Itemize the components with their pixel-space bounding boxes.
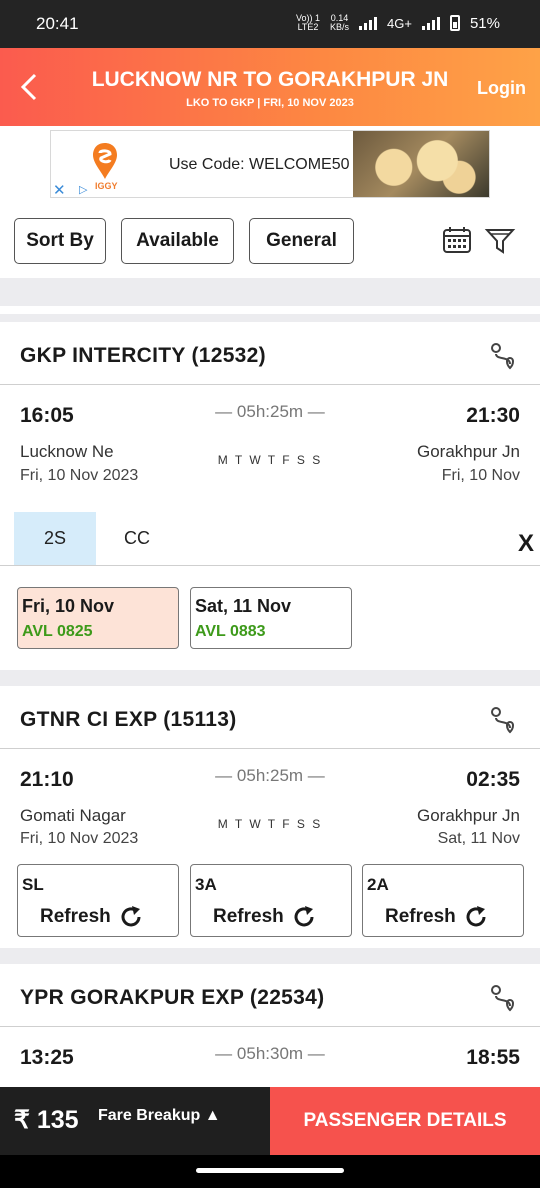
departure-time: 13:25: [20, 1046, 74, 1069]
refresh-button[interactable]: Refresh: [40, 905, 143, 929]
quota-general-button[interactable]: General: [249, 218, 354, 264]
ad-close-icon[interactable]: ✕: [53, 181, 66, 199]
fare-amount: ₹ 135: [14, 1106, 79, 1134]
ad-banner[interactable]: IGGY ✕ ▷ Use Code: WELCOME50: [50, 130, 490, 199]
train-name: GTNR CI EXP (15113): [20, 708, 237, 731]
departure-date: Fri, 10 Nov 2023: [20, 467, 139, 484]
calendar-icon[interactable]: [441, 224, 473, 256]
availability-date-card[interactable]: Sat, 11 Nov AVL 0883: [190, 587, 352, 649]
class-refresh-card[interactable]: SL Refresh: [17, 864, 179, 937]
class-code: 2A: [367, 875, 389, 894]
list-strip: [0, 306, 540, 314]
duration: — 05h:25m —: [215, 402, 325, 421]
volte-bottom: LTE2: [297, 22, 319, 32]
ad-food-image: [353, 131, 489, 197]
close-icon[interactable]: X: [518, 530, 534, 558]
arrival-date: Fri, 10 Nov: [441, 467, 520, 484]
class-tab-2s[interactable]: 2S: [14, 512, 96, 565]
signal-icon: [359, 16, 378, 30]
divider: [0, 565, 540, 566]
route-title: LUCKNOW NR TO GORAKHPUR JN: [91, 68, 449, 91]
refresh-button[interactable]: Refresh: [385, 905, 488, 929]
app-header: LUCKNOW NR TO GORAKHPUR JN LKO TO GKP | …: [0, 48, 540, 126]
availability-date: Sat, 11 Nov: [195, 596, 292, 616]
refresh-label: Refresh: [385, 906, 456, 927]
speed-unit: KB/s: [330, 22, 350, 32]
network-type: 4G+: [387, 15, 412, 31]
class-code: 3A: [195, 875, 217, 894]
swiggy-logo-icon: [93, 143, 117, 179]
sort-by-button[interactable]: Sort By: [14, 218, 106, 264]
class-refresh-card[interactable]: 3A Refresh: [190, 864, 352, 937]
login-button[interactable]: Login: [477, 78, 526, 99]
departure-time: 16:05: [20, 404, 74, 427]
home-gesture-handle[interactable]: [196, 1168, 344, 1173]
to-station: Gorakhpur Jn: [417, 442, 520, 461]
from-station: Gomati Nagar: [20, 806, 126, 825]
availability-date: Fri, 10 Nov: [22, 596, 115, 616]
refresh-icon: [466, 906, 486, 927]
duration-value: 05h:30m: [236, 1044, 304, 1063]
refresh-button[interactable]: Refresh: [213, 905, 316, 929]
signal-icon-2: [421, 16, 440, 30]
train-card[interactable]: YPR GORAKPUR EXP (22534) 13:25 — 05h:30m…: [0, 964, 540, 1087]
arrival-date: Sat, 11 Nov: [437, 830, 520, 847]
fare-breakup-toggle[interactable]: Fare Breakup ▲: [98, 1107, 221, 1125]
arrival-time: 02:35: [466, 768, 520, 791]
battery-level: 51%: [469, 14, 500, 32]
passenger-details-button[interactable]: PASSENGER DETAILS: [270, 1087, 540, 1155]
route-map-icon[interactable]: [488, 704, 520, 736]
refresh-label: Refresh: [40, 906, 111, 927]
refresh-icon: [121, 906, 141, 927]
status-icons: Vo)) 1 LTE2 0.14 KB/s 4G+ 51%: [296, 14, 500, 32]
route-map-icon[interactable]: [488, 982, 520, 1014]
list-gap: [0, 278, 540, 306]
ad-choices-icon[interactable]: ▷: [79, 183, 87, 196]
train-name: YPR GORAKPUR EXP (22534): [20, 986, 325, 1009]
back-arrow-icon[interactable]: [18, 72, 40, 102]
running-days: M T W T F S S: [217, 817, 323, 831]
class-tab-cc[interactable]: CC: [96, 512, 178, 565]
route-subtitle: LKO TO GKP | FRI, 10 NOV 2023: [186, 97, 354, 109]
divider: [0, 1026, 540, 1027]
departure-time: 21:10: [20, 768, 74, 791]
duration-value: 05h:25m: [236, 766, 304, 785]
volte-indicator: Vo)) 1 LTE2: [296, 14, 320, 32]
arrival-time: 18:55: [466, 1046, 520, 1069]
divider: [0, 748, 540, 749]
status-time: 20:41: [36, 14, 79, 33]
battery-icon: [449, 15, 460, 31]
class-refresh-card[interactable]: 2A Refresh: [362, 864, 524, 937]
train-name: GKP INTERCITY (12532): [20, 344, 266, 367]
network-speed: 0.14 KB/s: [330, 14, 349, 32]
ad-promo-code: Use Code: WELCOME50: [169, 156, 350, 173]
class-code: SL: [22, 875, 44, 894]
to-station: Gorakhpur Jn: [417, 806, 520, 825]
refresh-icon: [294, 906, 314, 927]
duration: — 05h:30m —: [215, 1044, 325, 1063]
available-filter-button[interactable]: Available: [121, 218, 234, 264]
availability-status: AVL 0825: [22, 623, 93, 640]
bottom-action-bar: ₹ 135 Fare Breakup ▲ PASSENGER DETAILS: [0, 1087, 540, 1155]
duration-value: 05h:25m: [236, 402, 304, 421]
divider: [0, 384, 540, 385]
duration: — 05h:25m —: [215, 766, 325, 785]
status-bar: 20:41 Vo)) 1 LTE2 0.14 KB/s 4G+ 51%: [0, 0, 540, 48]
route-map-icon[interactable]: [488, 340, 520, 372]
filter-icon[interactable]: [484, 224, 516, 256]
from-station: Lucknow Ne: [20, 442, 114, 461]
ad-brand: IGGY: [95, 181, 118, 191]
system-nav-bar: [0, 1155, 540, 1188]
availability-status: AVL 0883: [195, 623, 266, 640]
arrival-time: 21:30: [466, 404, 520, 427]
refresh-label: Refresh: [213, 906, 284, 927]
availability-date-card[interactable]: Fri, 10 Nov AVL 0825: [17, 587, 179, 649]
departure-date: Fri, 10 Nov 2023: [20, 830, 139, 847]
running-days: M T W T F S S: [217, 453, 323, 467]
